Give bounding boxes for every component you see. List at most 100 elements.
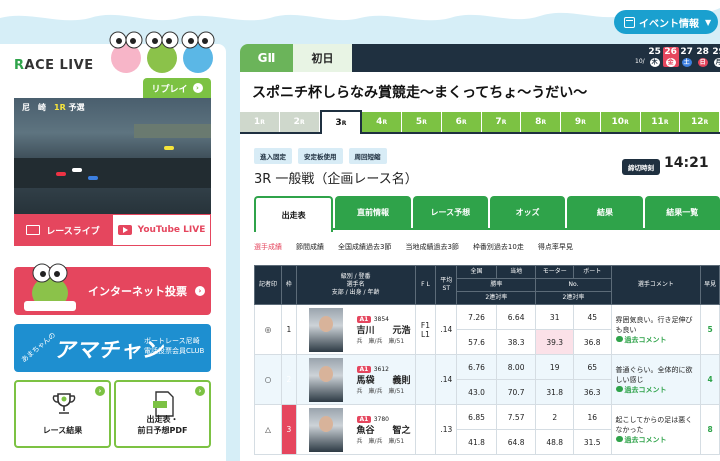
condition-badge: 周回短縮 (348, 148, 387, 164)
sub-tab[interactable]: 選手成績 (254, 242, 282, 252)
sub-tab[interactable]: 節間成績 (296, 242, 324, 252)
video-boat (56, 172, 66, 176)
th-local: 当地 (495, 265, 537, 279)
past-comment-link[interactable]: 過去コメント (616, 385, 697, 395)
grade-badge: GⅡ (240, 44, 293, 72)
past-comment-link[interactable]: 過去コメント (616, 435, 697, 445)
cell-loc-win: 6.64 (495, 304, 537, 330)
sub-tab[interactable]: 得点率早見 (538, 242, 573, 252)
cell-st: .14 (435, 354, 458, 405)
cell-lane: 2 (281, 354, 297, 405)
racer-text: A1 3780 魚谷 智之兵 庫/兵 庫/51 (356, 414, 411, 445)
racer-class: A1 (356, 416, 372, 423)
program-pdf-tile[interactable]: › 出走表・ 前日予想PDF (114, 380, 211, 448)
race-tab-1[interactable]: 1R (240, 112, 280, 132)
racer-name[interactable]: 吉川 元浩 (357, 323, 411, 336)
past-comment-link[interactable]: 過去コメント (616, 335, 697, 345)
cell-boat-quinella: 31.5 (572, 429, 612, 455)
th-st1: 平均 (440, 277, 453, 284)
race-live-video[interactable]: 尼 崎 1R 予選 (14, 98, 211, 214)
race-tab-suffix: R (501, 118, 507, 126)
section-tab[interactable]: 出走表 (254, 196, 334, 232)
sub-tab[interactable]: 全国成績過去3節 (338, 242, 391, 252)
race-result-tile[interactable]: › レース結果 (14, 380, 111, 448)
cell-motor-quinella: 39.3 (535, 329, 574, 355)
internet-vote-banner[interactable]: インターネット投票 › (14, 263, 211, 315)
race-name: 3R 一般戦（企画レース名） (254, 172, 418, 187)
race-tab-12[interactable]: 12 R (680, 112, 720, 132)
cell-nat-quinella: 43.0 (456, 379, 497, 405)
race-tab-10[interactable]: 10 R (600, 112, 641, 132)
event-info-button[interactable]: イベント情報 ▼ (614, 10, 718, 34)
th-quinella-mb: 2連対率 (535, 291, 612, 305)
race-tab-7[interactable]: 7R (481, 112, 522, 132)
race-tab-suffix: R (581, 118, 586, 126)
racer-name[interactable]: 魚谷 智之 (357, 423, 411, 436)
date-item[interactable]: 27 土 (679, 47, 695, 67)
race-tab-11[interactable]: 11 R (640, 112, 681, 132)
th-quinella: 2連対率 (456, 291, 537, 305)
section-tab[interactable]: 直前情報 (335, 196, 411, 228)
cell-comment: 雰囲気良い。行き足伸び も良い 過去コメント (610, 304, 702, 355)
sub-tab[interactable]: 当地成績過去3節 (405, 242, 458, 252)
racer-text: A1 3612 馬袋 義則兵 庫/兵 庫/51 (356, 364, 411, 395)
date-item[interactable]: 29月 (711, 47, 720, 67)
video-buttons: レースライブ YouTube LIVE (14, 214, 211, 246)
frog-mascot-icon (24, 263, 76, 311)
racer-wrap: A1 3854 吉川 元浩兵 庫/兵 庫/51 (297, 307, 415, 352)
cell-boat-no: 65 (572, 354, 612, 380)
table-row: △ 3 A1 3780 魚谷 智之兵 庫/兵 庫/51 .13 6.85 7.57 2 16 起こ… (253, 404, 720, 455)
cell-boat-no: 45 (572, 304, 612, 330)
amachan-side-text: あまちゃんの (20, 331, 58, 365)
race-number-tabs: 1 R 2 R 3 R 4 R 5 R 6 R 7 R 8 R 9 R 10 R 11 R 12 R (240, 110, 720, 134)
race-tab-5[interactable]: 5R (402, 112, 442, 132)
race-tab-suffix: R (341, 119, 347, 127)
cell-rate[interactable]: 5 (700, 304, 720, 355)
cell-rate[interactable]: 4 (700, 354, 720, 405)
race-tab-2[interactable]: 2R (279, 112, 320, 132)
racer-branch: 兵 庫/兵 庫/51 (356, 338, 405, 345)
th-national: 全国 (456, 265, 497, 279)
program-pdf-line1: 出走表・ (146, 415, 179, 424)
racer-class: A1 (356, 316, 372, 323)
race-tab-4[interactable]: 4R (362, 112, 402, 132)
video-race: 1R (54, 103, 66, 112)
racer-photo (308, 357, 343, 402)
race-tab-suffix: R (541, 118, 547, 126)
weekday-label: 金 (665, 58, 676, 67)
replay-button[interactable]: リプレイ › (143, 78, 211, 98)
cell-loc-quinella: 64.8 (495, 429, 537, 455)
racer-name[interactable]: 馬袋 義則 (357, 373, 411, 386)
section-tab[interactable]: レース予想 (412, 196, 488, 228)
cell-mark: ◎ (253, 304, 283, 355)
sub-tab[interactable]: 枠番別過去10走 (473, 242, 524, 252)
th-mark: 記者印 (253, 265, 283, 305)
date-item[interactable]: 26 金 (662, 47, 679, 67)
date-item[interactable]: 25 木 (647, 47, 663, 67)
race-tab-suffix: R (703, 118, 709, 126)
race-tab-9[interactable]: 9R (561, 112, 601, 132)
condition-badge: 進入固定 (254, 148, 292, 164)
section-tab[interactable]: 結果 (567, 196, 643, 228)
race-live-button[interactable]: レースライブ (14, 214, 112, 246)
fl-f: F1 (420, 320, 430, 330)
youtube-live-button[interactable]: YouTube LIVE (112, 214, 211, 246)
amachan-sub2: 電話投票会員CLUB (144, 347, 205, 355)
amachan-banner[interactable]: あまちゃんの アマチャン ボートレース尼崎 電話投票会員CLUB (14, 324, 211, 372)
section-tab[interactable]: オッズ (489, 196, 566, 228)
cell-rate[interactable]: 8 (700, 404, 720, 455)
day-label: 初日 (293, 44, 352, 72)
section-tab[interactable]: 結果一覧 (644, 196, 720, 228)
race-tab-8[interactable]: 8R (521, 112, 561, 132)
youtube-icon (117, 225, 132, 235)
racer-reg-no: 3780 (373, 416, 389, 423)
cell-st: .14 (435, 304, 458, 355)
date-item[interactable]: 28 日 (695, 47, 711, 67)
race-tab-6[interactable]: 6R (441, 112, 482, 132)
racer-class-line: A1 3854 (356, 314, 411, 323)
cell-fl: F1 L1 (414, 304, 437, 355)
cell-comment: 普通ぐらい。全体的に欲しい感じ 過去コメント (610, 354, 702, 405)
cell-motor-no: 19 (535, 354, 574, 380)
race-tab-3[interactable]: 3R (319, 110, 363, 134)
amachan-sub1: ボートレース尼崎 (144, 337, 200, 345)
